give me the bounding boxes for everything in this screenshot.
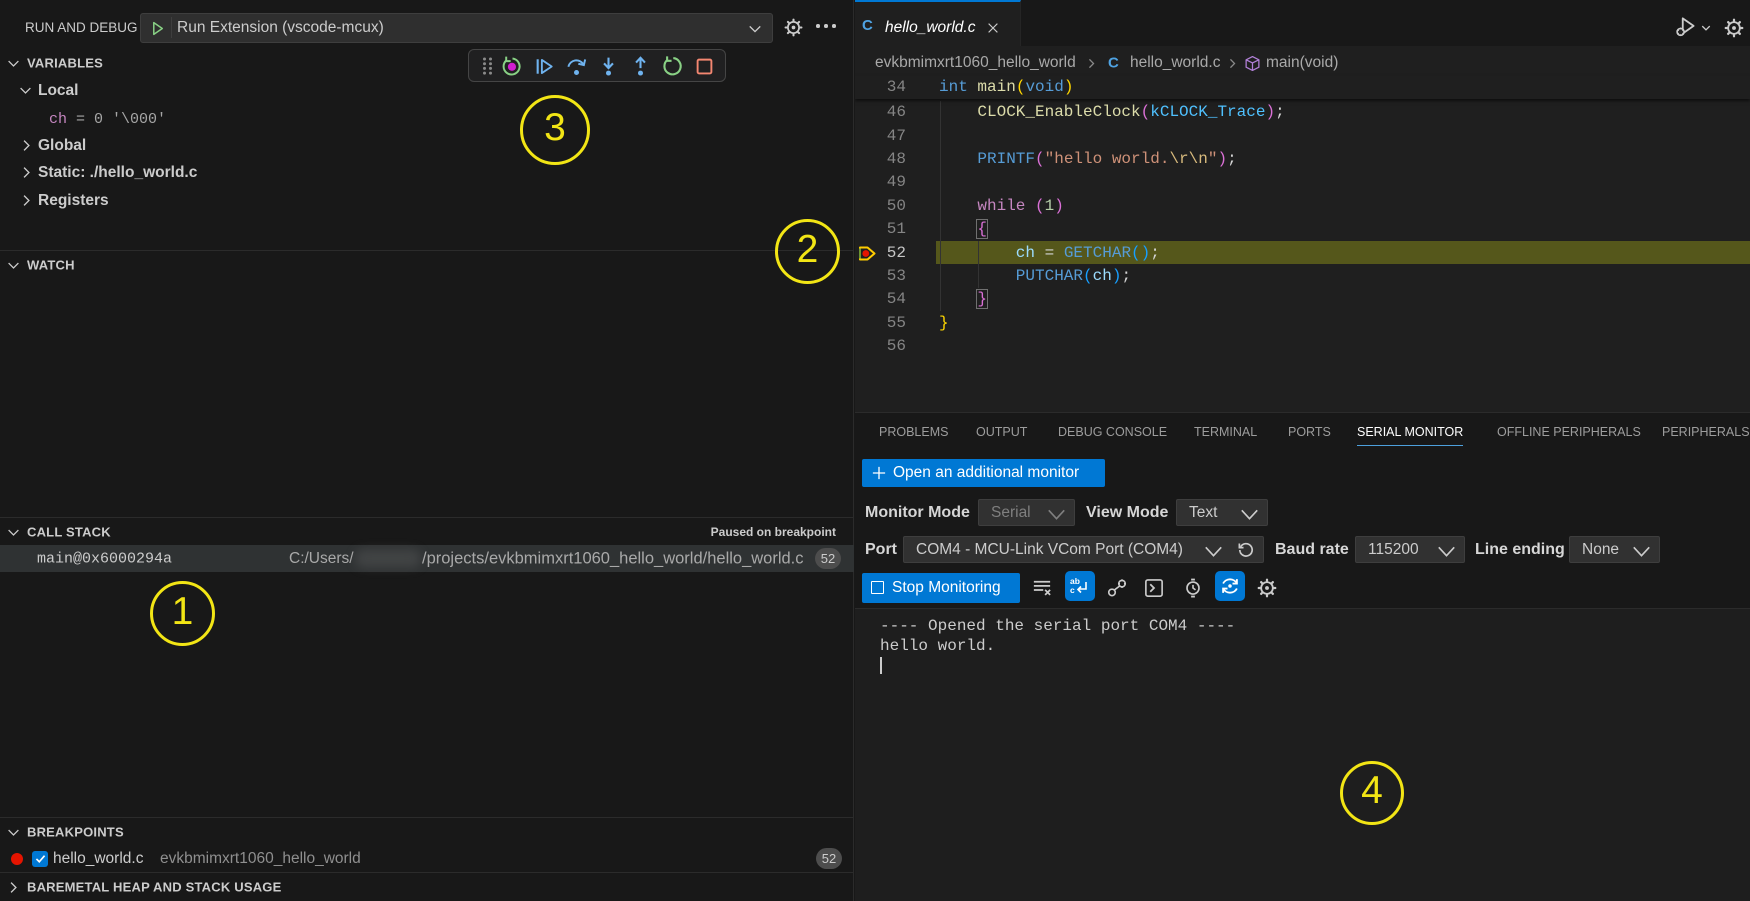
svg-text:c: c (1070, 585, 1075, 595)
